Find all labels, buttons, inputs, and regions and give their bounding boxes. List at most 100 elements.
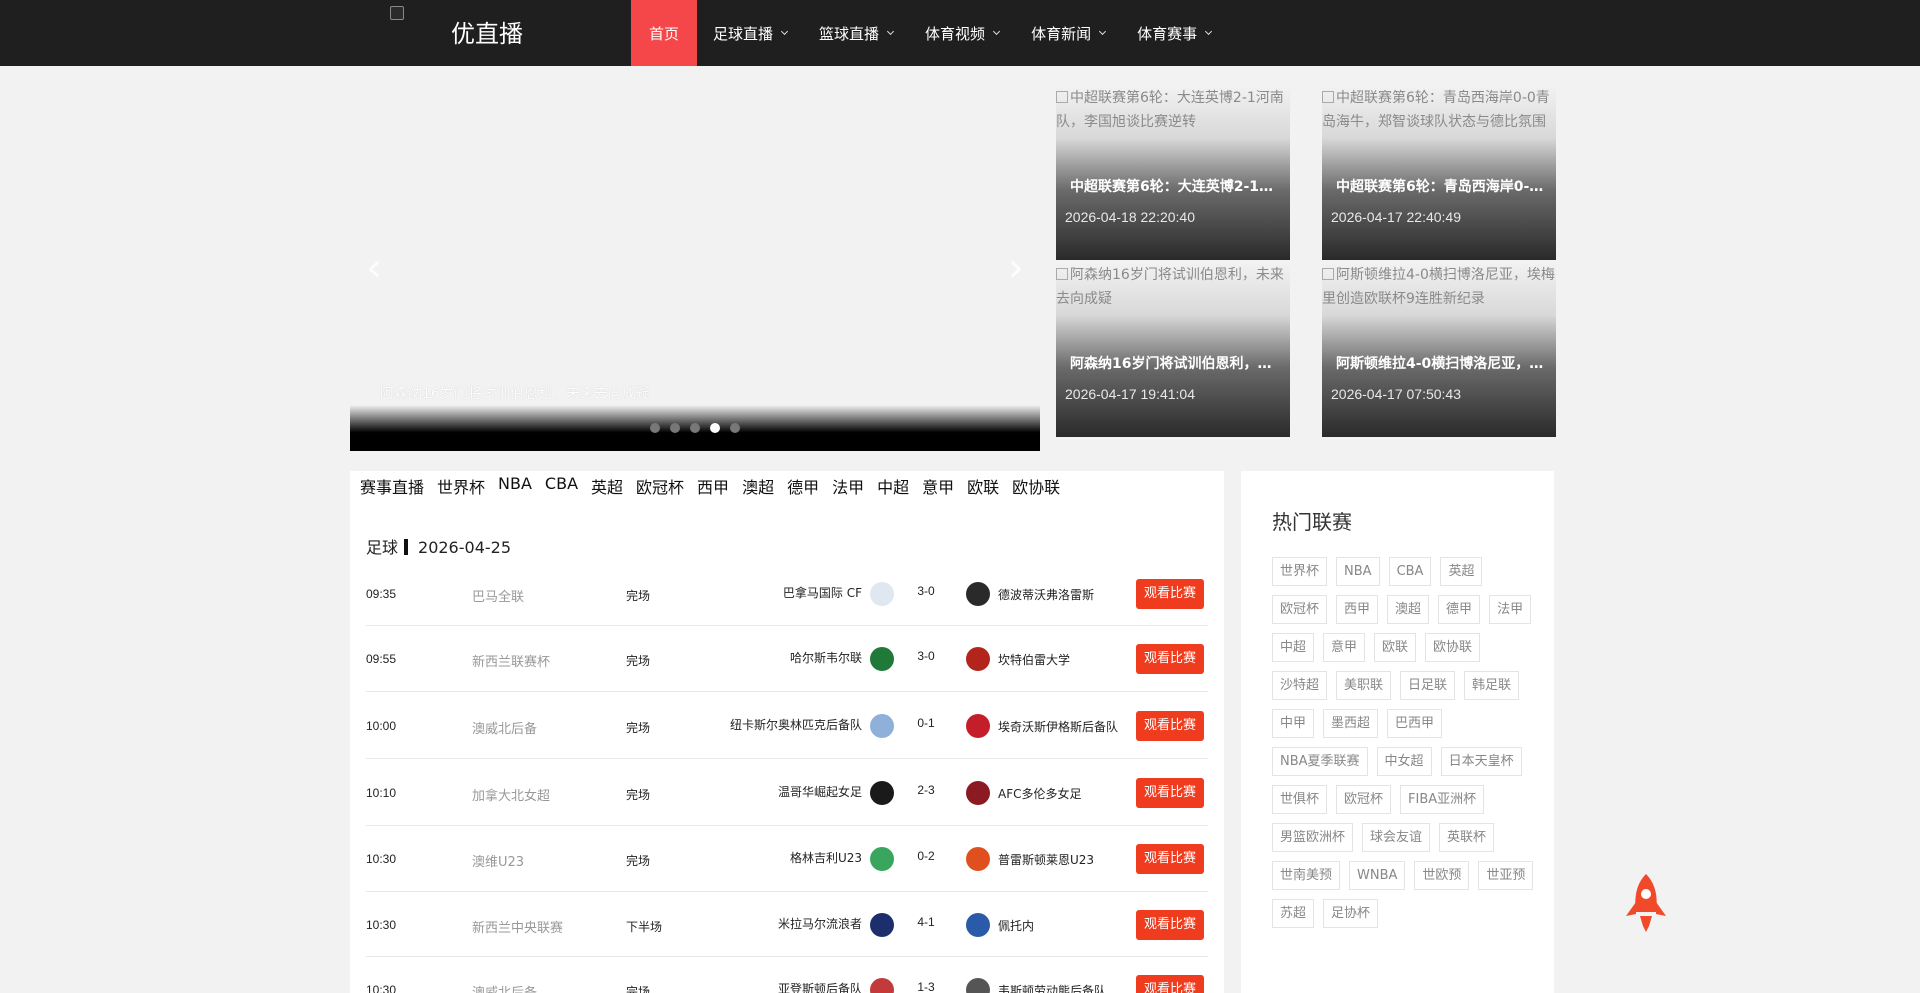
hot-league-chip[interactable]: 世俱杯 (1272, 785, 1328, 814)
hot-league-chip[interactable]: NBA (1336, 557, 1380, 586)
watch-match-button[interactable]: 观看比赛 (1136, 644, 1204, 674)
carousel-next-arrow[interactable]: › (1004, 246, 1028, 290)
home-team-name[interactable]: 格林吉利U23 (790, 849, 862, 866)
hot-league-chip[interactable]: 欧联 (1374, 633, 1417, 662)
match-league[interactable]: 澳维U23 (472, 851, 524, 870)
hot-league-chip[interactable]: NBA夏季联赛 (1272, 747, 1368, 776)
home-team-name[interactable]: 米拉马尔流浪者 (778, 915, 862, 932)
nav-item[interactable]: 篮球直播 (803, 0, 909, 66)
hot-league-chip[interactable]: 中甲 (1272, 709, 1315, 738)
hot-league-chip[interactable]: 德甲 (1438, 595, 1481, 624)
nav-item[interactable]: 足球直播 (697, 0, 803, 66)
carousel-dot[interactable] (730, 423, 740, 433)
league-tab[interactable]: 德甲 (787, 474, 819, 498)
hot-league-chip[interactable]: 美职联 (1336, 671, 1392, 700)
hot-league-chip[interactable]: CBA (1388, 557, 1432, 586)
hot-league-chip[interactable]: 世界杯 (1272, 557, 1328, 586)
hot-league-chip[interactable]: 欧冠杯 (1272, 595, 1328, 624)
league-tab[interactable]: 世界杯 (437, 474, 485, 498)
hot-league-chip[interactable]: 日本天皇杯 (1440, 747, 1522, 776)
hot-league-chip[interactable]: 中女超 (1376, 747, 1432, 776)
match-league[interactable]: 澳威北后备 (472, 718, 537, 737)
away-team-name[interactable]: 韦斯顿劳动熊后备队 (998, 982, 1106, 993)
home-team-name[interactable]: 纽卡斯尔奥林匹克后备队 (730, 716, 862, 733)
news-title[interactable]: 阿斯顿维拉4-0横扫博洛尼亚，埃梅里创造欧联杯9连胜新纪录 (1336, 353, 1546, 373)
home-team-name[interactable]: 哈尔斯韦尔联 (790, 649, 862, 666)
hot-league-chip[interactable]: 世亚预 (1478, 861, 1534, 890)
hot-league-chip[interactable]: 英超 (1440, 557, 1483, 586)
league-tab[interactable]: 欧冠杯 (636, 474, 684, 498)
watch-match-button[interactable]: 观看比赛 (1136, 975, 1204, 993)
league-tab[interactable]: 欧联 (967, 474, 999, 498)
league-tab[interactable]: 中超 (877, 474, 909, 498)
news-title[interactable]: 阿森纳16岁门将试训伯恩利，未来去向成疑 (1070, 353, 1280, 373)
home-team-name[interactable]: 温哥华崛起女足 (778, 783, 862, 800)
hot-league-chip[interactable]: 西甲 (1336, 595, 1379, 624)
logo-image[interactable] (390, 6, 404, 20)
hot-league-chip[interactable]: 世南美预 (1272, 861, 1341, 890)
hot-league-chip[interactable]: 沙特超 (1272, 671, 1328, 700)
hot-league-chip[interactable]: 苏超 (1272, 899, 1315, 928)
watch-match-button[interactable]: 观看比赛 (1136, 579, 1204, 609)
away-team-name[interactable]: 普雷斯顿莱恩U23 (998, 851, 1094, 868)
carousel-dot[interactable] (690, 423, 700, 433)
hot-league-chip[interactable]: 中超 (1272, 633, 1315, 662)
carousel-caption[interactable]: 阿森纳16岁门将试训伯恩利，未来去向成疑 (380, 383, 880, 403)
hot-league-chip[interactable]: 巴西甲 (1387, 709, 1443, 738)
hot-league-chip[interactable]: 法甲 (1489, 595, 1532, 624)
away-team-name[interactable]: 埃奇沃斯伊格斯后备队 (998, 718, 1118, 735)
hot-league-chip[interactable]: FIBA亚洲杯 (1400, 785, 1485, 814)
hot-league-chip[interactable]: 欧冠杯 (1336, 785, 1392, 814)
match-league[interactable]: 澳威北后备 (472, 982, 537, 993)
featured-news-card[interactable]: 中超联赛第6轮：大连英博2-1河南队，李国旭谈比赛逆转 中超联赛第6轮：大连英博2… (1056, 86, 1290, 260)
hot-league-chip[interactable]: 日足联 (1400, 671, 1456, 700)
nav-item[interactable]: 体育赛事 (1121, 0, 1227, 66)
league-tab[interactable]: NBA (498, 474, 532, 498)
league-tab[interactable]: CBA (545, 474, 578, 498)
hot-league-chip[interactable]: 英联杯 (1439, 823, 1495, 852)
hot-league-chip[interactable]: 欧协联 (1425, 633, 1481, 662)
league-tab[interactable]: 欧协联 (1012, 474, 1060, 498)
match-league[interactable]: 巴马全联 (472, 586, 524, 605)
carousel-dot[interactable] (710, 423, 720, 433)
rocket-icon[interactable] (1622, 872, 1670, 934)
featured-news-card[interactable]: 阿森纳16岁门将试训伯恩利，未来去向成疑阿森纳16岁门将试训伯恩利，未来去向成疑… (1056, 263, 1290, 437)
watch-match-button[interactable]: 观看比赛 (1136, 778, 1204, 808)
watch-match-button[interactable]: 观看比赛 (1136, 910, 1204, 940)
away-team-name[interactable]: AFC多伦多女足 (998, 785, 1082, 802)
hot-league-chip[interactable]: 男篮欧洲杯 (1272, 823, 1354, 852)
match-league[interactable]: 新西兰联赛杯 (472, 651, 550, 670)
hot-league-chip[interactable]: 球会友谊 (1362, 823, 1431, 852)
hot-league-chip[interactable]: 澳超 (1387, 595, 1430, 624)
away-team-name[interactable]: 坎特伯雷大学 (998, 651, 1070, 668)
match-league[interactable]: 加拿大北女超 (472, 785, 550, 804)
carousel-dot[interactable] (670, 423, 680, 433)
hot-league-chip[interactable]: 墨西超 (1323, 709, 1379, 738)
watch-match-button[interactable]: 观看比赛 (1136, 844, 1204, 874)
nav-item[interactable]: 体育视频 (909, 0, 1015, 66)
away-team-name[interactable]: 德波蒂沃弗洛雷斯 (998, 586, 1094, 603)
hot-league-chip[interactable]: 韩足联 (1464, 671, 1520, 700)
match-league[interactable]: 新西兰中央联赛 (472, 917, 563, 936)
league-tab[interactable]: 英超 (591, 474, 623, 498)
site-logo-text[interactable]: 优直播 (451, 14, 523, 49)
league-tab[interactable]: 西甲 (697, 474, 729, 498)
hot-league-chip[interactable]: 足协杯 (1323, 899, 1379, 928)
hot-league-chip[interactable]: 意甲 (1323, 633, 1366, 662)
hot-league-chip[interactable]: WNBA (1349, 861, 1406, 890)
home-team-name[interactable]: 亚登斯顿后备队 (778, 980, 862, 993)
league-tab[interactable]: 澳超 (742, 474, 774, 498)
league-tab[interactable]: 赛事直播 (360, 474, 424, 498)
news-title[interactable]: 中超联赛第6轮：青岛西海岸0-0青岛海牛，郑智谈球队状态与德比氛围 (1336, 176, 1546, 196)
nav-item[interactable]: 体育新闻 (1015, 0, 1121, 66)
featured-news-card[interactable]: 中超联赛第6轮：青岛西海岸0-0青岛海牛，郑智谈球队状态与德比氛围 中超联赛第6轮… (1322, 86, 1556, 260)
carousel-dot[interactable] (650, 423, 660, 433)
home-team-name[interactable]: 巴拿马国际 CF (783, 584, 862, 601)
featured-news-card[interactable]: 阿斯顿维拉4-0横扫博洛尼亚，埃梅里创造欧联杯9连胜新纪录 阿斯顿维拉4-0横扫博… (1322, 263, 1556, 437)
league-tab[interactable]: 意甲 (922, 474, 954, 498)
nav-item[interactable]: 首页 (631, 0, 698, 66)
hot-league-chip[interactable]: 世欧预 (1414, 861, 1470, 890)
news-title[interactable]: 中超联赛第6轮：大连英博2-1河南队，李国旭谈比赛逆转 (1070, 176, 1280, 196)
away-team-name[interactable]: 佩托内 (998, 917, 1034, 934)
watch-match-button[interactable]: 观看比赛 (1136, 711, 1204, 741)
